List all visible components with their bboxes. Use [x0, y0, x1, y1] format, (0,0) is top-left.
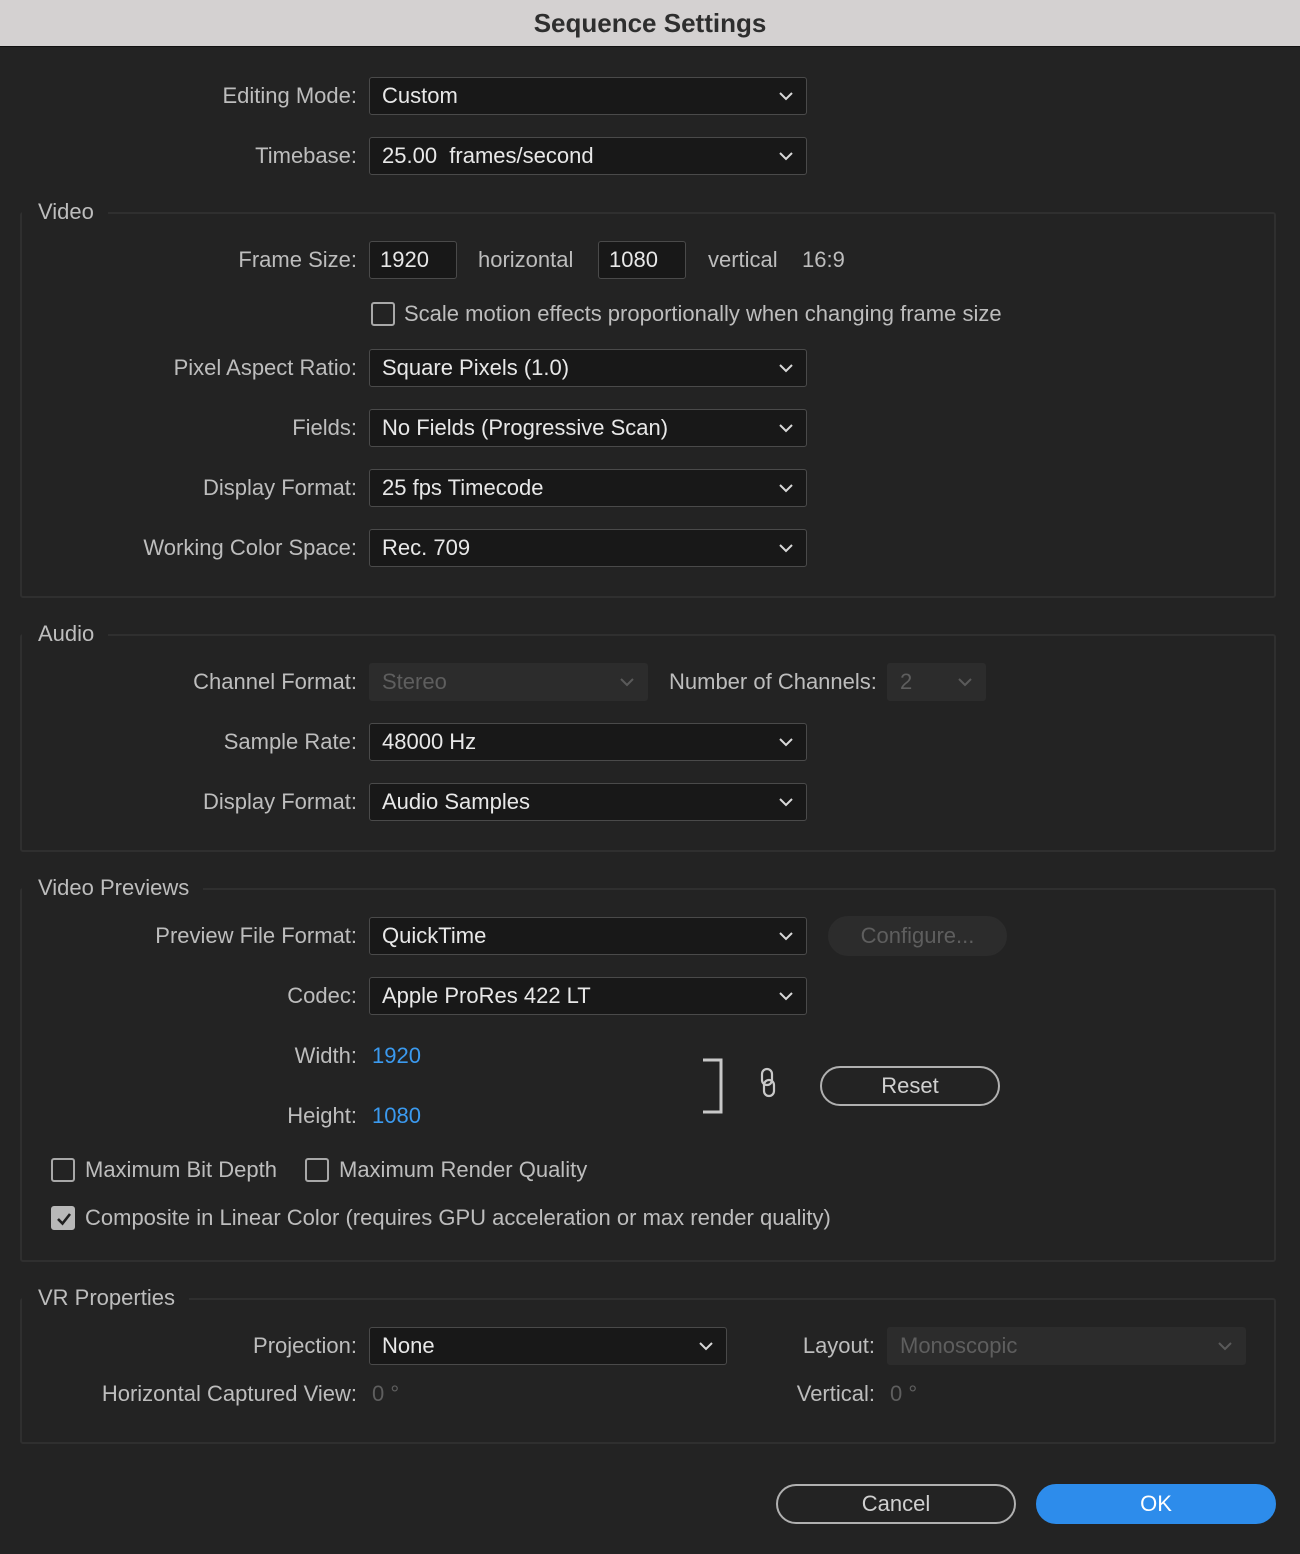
- window-title: Sequence Settings: [533, 7, 767, 38]
- chevron-down-icon: [778, 410, 794, 446]
- video-display-format-value: 25 fps Timecode: [382, 475, 544, 500]
- video-display-format-dropdown[interactable]: 25 fps Timecode: [369, 469, 807, 507]
- linear-color-checkbox[interactable]: [51, 1206, 75, 1230]
- color-space-dropdown[interactable]: Rec. 709: [369, 529, 807, 567]
- linear-color-label: Composite in Linear Color (requires GPU …: [85, 1205, 831, 1230]
- fields-label: Fields:: [292, 415, 357, 440]
- preview-height-label: Height:: [287, 1103, 357, 1128]
- horizontal-captured-view-value: 0 °: [372, 1381, 400, 1406]
- timebase-dropdown[interactable]: 25.00 frames/second: [369, 137, 807, 175]
- reset-button[interactable]: Reset: [820, 1066, 1000, 1106]
- vr-properties-group-title: VR Properties: [22, 1283, 189, 1313]
- max-render-quality-label: Maximum Render Quality: [339, 1157, 588, 1182]
- chevron-down-icon: [778, 138, 794, 174]
- pixel-aspect-value: Square Pixels (1.0): [382, 355, 570, 380]
- pixel-aspect-dropdown[interactable]: Square Pixels (1.0): [369, 349, 807, 387]
- channel-format-value: Stereo: [382, 669, 447, 694]
- chevron-down-icon: [1217, 1328, 1233, 1364]
- num-channels-dropdown: 2: [887, 663, 986, 701]
- ok-button[interactable]: OK: [1036, 1484, 1276, 1524]
- checkmark-icon: [57, 1213, 72, 1226]
- horizontal-captured-view-label: Horizontal Captured View:: [101, 1381, 357, 1406]
- chevron-down-icon: [778, 978, 794, 1014]
- frame-height-input[interactable]: 1080: [598, 241, 686, 279]
- num-channels-value: 2: [900, 669, 913, 694]
- vr-vertical-value: 0 °: [890, 1381, 918, 1406]
- horizontal-label: horizontal: [478, 247, 574, 272]
- chevron-down-icon: [778, 78, 794, 114]
- chevron-down-icon: [778, 724, 794, 760]
- chevron-down-icon: [778, 918, 794, 954]
- max-bit-depth-checkbox[interactable]: [51, 1158, 75, 1182]
- frame-size-label: Frame Size:: [238, 247, 357, 272]
- cancel-button[interactable]: Cancel: [776, 1484, 1016, 1524]
- scale-motion-checkbox[interactable]: [371, 302, 395, 326]
- configure-button: Configure...: [828, 916, 1007, 956]
- chevron-down-icon: [698, 1328, 714, 1364]
- timebase-label: Timebase:: [255, 143, 357, 168]
- audio-display-format-label: Display Format:: [202, 789, 357, 814]
- link-bracket-icon: [700, 1058, 724, 1114]
- audio-group-title: Audio: [22, 619, 109, 649]
- preview-height-value[interactable]: 1080: [372, 1096, 421, 1136]
- video-display-format-label: Display Format:: [202, 475, 357, 500]
- chevron-down-icon: [778, 470, 794, 506]
- chevron-down-icon: [778, 784, 794, 820]
- layout-value: Monoscopic: [900, 1333, 1018, 1358]
- codec-dropdown[interactable]: Apple ProRes 422 LT: [369, 977, 807, 1015]
- editing-mode-value: Custom: [382, 83, 458, 108]
- chevron-down-icon: [778, 350, 794, 386]
- projection-label: Projection:: [253, 1333, 357, 1358]
- audio-display-format-dropdown[interactable]: Audio Samples: [369, 783, 807, 821]
- layout-dropdown: Monoscopic: [887, 1327, 1246, 1365]
- layout-label: Layout:: [802, 1333, 875, 1358]
- chain-link-icon[interactable]: [756, 1066, 780, 1100]
- fields-value: No Fields (Progressive Scan): [382, 415, 669, 440]
- timebase-value: 25.00 frames/second: [382, 143, 594, 168]
- vr-properties-group: [20, 1298, 1276, 1444]
- sample-rate-value: 48000 Hz: [382, 729, 477, 754]
- chevron-down-icon: [619, 664, 635, 700]
- preview-file-format-value: QuickTime: [382, 923, 487, 948]
- projection-value: None: [382, 1333, 435, 1358]
- num-channels-label: Number of Channels:: [669, 669, 877, 694]
- aspect-ratio-text: 16:9: [802, 247, 845, 272]
- scale-motion-label: Scale motion effects proportionally when…: [404, 301, 1002, 326]
- preview-file-format-label: Preview File Format:: [155, 923, 357, 948]
- fields-dropdown[interactable]: No Fields (Progressive Scan): [369, 409, 807, 447]
- video-group-title: Video: [22, 197, 108, 227]
- max-bit-depth-label: Maximum Bit Depth: [85, 1157, 277, 1182]
- sample-rate-label: Sample Rate:: [223, 729, 357, 754]
- color-space-value: Rec. 709: [382, 535, 471, 560]
- preview-file-format-dropdown[interactable]: QuickTime: [369, 917, 807, 955]
- frame-width-input[interactable]: 1920: [369, 241, 457, 279]
- window-titlebar: Sequence Settings: [0, 0, 1300, 47]
- codec-value: Apple ProRes 422 LT: [382, 983, 591, 1008]
- chevron-down-icon: [957, 664, 973, 700]
- chevron-down-icon: [778, 530, 794, 566]
- editing-mode-label: Editing Mode:: [222, 83, 357, 108]
- channel-format-dropdown: Stereo: [369, 663, 648, 701]
- sample-rate-dropdown[interactable]: 48000 Hz: [369, 723, 807, 761]
- color-space-label: Working Color Space:: [143, 535, 357, 560]
- vr-vertical-label: Vertical:: [796, 1381, 875, 1406]
- editing-mode-dropdown[interactable]: Custom: [369, 77, 807, 115]
- preview-width-label: Width:: [294, 1043, 357, 1068]
- video-previews-group-title: Video Previews: [22, 873, 204, 903]
- channel-format-label: Channel Format:: [193, 669, 357, 694]
- audio-display-format-value: Audio Samples: [382, 789, 530, 814]
- preview-width-value[interactable]: 1920: [372, 1036, 421, 1076]
- max-render-quality-checkbox[interactable]: [305, 1158, 329, 1182]
- projection-dropdown[interactable]: None: [369, 1327, 727, 1365]
- pixel-aspect-label: Pixel Aspect Ratio:: [173, 355, 357, 380]
- codec-label: Codec:: [287, 983, 357, 1008]
- vertical-label: vertical: [708, 247, 778, 272]
